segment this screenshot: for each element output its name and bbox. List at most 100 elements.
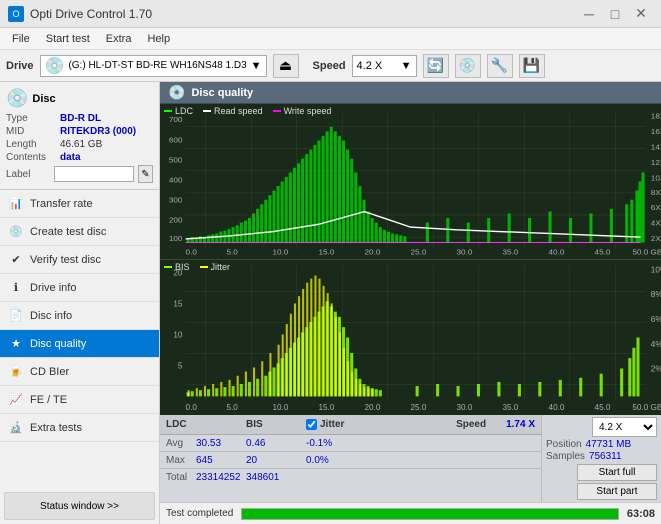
- speed-selector[interactable]: 4.2 X ▼: [352, 55, 417, 77]
- titlebar-left: O Opti Drive Control 1.70: [8, 6, 152, 22]
- nav-label-cd-bier: CD BIer: [30, 366, 69, 378]
- sidebar-item-create-test-disc[interactable]: 💿 Create test disc: [0, 218, 159, 246]
- samples-label: Samples: [546, 451, 585, 462]
- legend-read-label: Read speed: [214, 106, 263, 116]
- legend-jitter: Jitter: [200, 262, 231, 272]
- disc-mid-row: MID RITEKDR3 (000): [6, 126, 153, 137]
- svg-text:35.0: 35.0: [503, 248, 519, 256]
- disc-button[interactable]: 💿: [455, 54, 481, 78]
- drive-selector[interactable]: 💿 (G:) HL-DT-ST BD-RE WH16NS48 1.D3 ▼: [40, 55, 267, 77]
- disc-info-panel: 💿 Disc Type BD-R DL MID RITEKDR3 (000) L…: [0, 82, 159, 190]
- svg-text:20.0: 20.0: [364, 248, 380, 256]
- sidebar-item-disc-quality[interactable]: ★ Disc quality: [0, 330, 159, 358]
- refresh-button[interactable]: 🔄: [423, 54, 449, 78]
- maximize-button[interactable]: □: [603, 4, 627, 24]
- svg-text:40.0: 40.0: [549, 403, 565, 412]
- svg-text:400: 400: [169, 176, 183, 184]
- sidebar-item-drive-info[interactable]: ℹ Drive info: [0, 274, 159, 302]
- status-text: Test completed: [166, 508, 233, 519]
- sidebar-item-cd-bier[interactable]: 🍺 CD BIer: [0, 358, 159, 386]
- svg-text:300: 300: [169, 196, 183, 204]
- col-speed-header: Speed: [456, 419, 506, 430]
- svg-text:12X: 12X: [651, 158, 661, 166]
- contents-key: Contents: [6, 152, 60, 163]
- col-ldc: LDC: [166, 419, 246, 430]
- menu-help[interactable]: Help: [139, 31, 178, 47]
- disc-info-icon: 📄: [8, 308, 24, 324]
- transfer-rate-icon: 📊: [8, 196, 24, 212]
- minimize-button[interactable]: ─: [577, 4, 601, 24]
- menu-extra[interactable]: Extra: [98, 31, 140, 47]
- chart1-svg: 700 600 500 400 300 200 100 18X 16X 14X …: [160, 104, 661, 259]
- svg-text:700: 700: [169, 116, 183, 124]
- titlebar: O Opti Drive Control 1.70 ─ □ ✕: [0, 0, 661, 28]
- svg-text:15.0: 15.0: [318, 248, 334, 256]
- disc-section-label: Disc: [32, 93, 55, 105]
- nav-label-create-test: Create test disc: [30, 226, 106, 238]
- jitter-color-dot: [200, 266, 208, 268]
- jitter-checkbox[interactable]: [306, 419, 317, 430]
- settings-button[interactable]: 🔧: [487, 54, 513, 78]
- drive-info-icon: ℹ: [8, 280, 24, 296]
- ldc-color-dot: [164, 110, 172, 112]
- disc-type-row: Type BD-R DL: [6, 113, 153, 124]
- label-input[interactable]: [54, 166, 134, 182]
- verify-test-icon: ✔: [8, 252, 24, 268]
- sidebar-item-disc-info[interactable]: 📄 Disc info: [0, 302, 159, 330]
- svg-text:10: 10: [173, 330, 183, 339]
- sidebar-item-transfer-rate[interactable]: 📊 Transfer rate: [0, 190, 159, 218]
- label-edit-button[interactable]: ✎: [138, 165, 153, 183]
- svg-text:5.0: 5.0: [226, 248, 237, 256]
- svg-text:30.0: 30.0: [457, 248, 473, 256]
- extra-tests-icon: 🔬: [8, 420, 24, 436]
- drive-value: (G:) HL-DT-ST BD-RE WH16NS48 1.D3: [68, 60, 246, 71]
- max-bis: 20: [246, 455, 306, 466]
- sidebar-item-fe-te[interactable]: 📈 FE / TE: [0, 386, 159, 414]
- chart2-svg: 20 15 10 5 10% 8% 6% 4% 2% 0.0 5.0 10.0: [160, 260, 661, 415]
- legend-ldc: LDC: [164, 106, 193, 116]
- cd-bier-icon: 🍺: [8, 364, 24, 380]
- start-part-button[interactable]: Start part: [577, 483, 657, 500]
- sidebar-item-extra-tests[interactable]: 🔬 Extra tests: [0, 414, 159, 442]
- speed-dropdown[interactable]: 4.2 X: [592, 417, 657, 437]
- svg-text:50.0 GB: 50.0 GB: [632, 248, 661, 256]
- legend-write-label: Write speed: [284, 106, 332, 116]
- nav-label-fe-te: FE / TE: [30, 394, 67, 406]
- menu-start-test[interactable]: Start test: [38, 31, 98, 47]
- disc-quality-icon: ★: [8, 336, 24, 352]
- chart1-ldc: LDC Read speed Write speed: [160, 104, 661, 260]
- bis-color-dot: [164, 266, 172, 268]
- sidebar-item-verify-test-disc[interactable]: ✔ Verify test disc: [0, 246, 159, 274]
- create-test-icon: 💿: [8, 224, 24, 240]
- close-button[interactable]: ✕: [629, 4, 653, 24]
- drivebar: Drive 💿 (G:) HL-DT-ST BD-RE WH16NS48 1.D…: [0, 50, 661, 82]
- save-button[interactable]: 💾: [519, 54, 545, 78]
- position-label: Position: [546, 439, 582, 450]
- legend-read-speed: Read speed: [203, 106, 263, 116]
- nav-label-extra-tests: Extra tests: [30, 422, 82, 434]
- svg-text:45.0: 45.0: [595, 403, 611, 412]
- legend-jitter-label: Jitter: [211, 262, 231, 272]
- svg-text:600: 600: [169, 136, 183, 144]
- start-full-button[interactable]: Start full: [577, 464, 657, 481]
- svg-text:10%: 10%: [651, 265, 661, 274]
- chart1-legend: LDC Read speed Write speed: [164, 106, 331, 116]
- menu-file[interactable]: File: [4, 31, 38, 47]
- svg-text:16X: 16X: [651, 127, 661, 135]
- svg-text:10.0: 10.0: [272, 248, 288, 256]
- status-window-button[interactable]: Status window >>: [4, 492, 155, 520]
- svg-text:2%: 2%: [651, 365, 661, 374]
- disc-header: 💿 Disc: [6, 88, 153, 109]
- label-key: Label: [6, 169, 50, 180]
- max-jitter: 0.0%: [306, 455, 329, 466]
- svg-text:40.0: 40.0: [549, 248, 565, 256]
- svg-text:5: 5: [178, 361, 183, 370]
- sidebar: 💿 Disc Type BD-R DL MID RITEKDR3 (000) L…: [0, 82, 160, 524]
- max-label: Max: [166, 455, 196, 466]
- svg-text:15.0: 15.0: [318, 403, 334, 412]
- stats-bottom: LDC BIS Jitter Speed 1.74 X Avg 30.53 0.…: [160, 415, 661, 502]
- eject-button[interactable]: ⏏: [273, 54, 299, 78]
- col-jitter: Jitter: [320, 419, 344, 430]
- svg-text:30.0: 30.0: [457, 403, 473, 412]
- position-val: 47731 MB: [586, 439, 632, 450]
